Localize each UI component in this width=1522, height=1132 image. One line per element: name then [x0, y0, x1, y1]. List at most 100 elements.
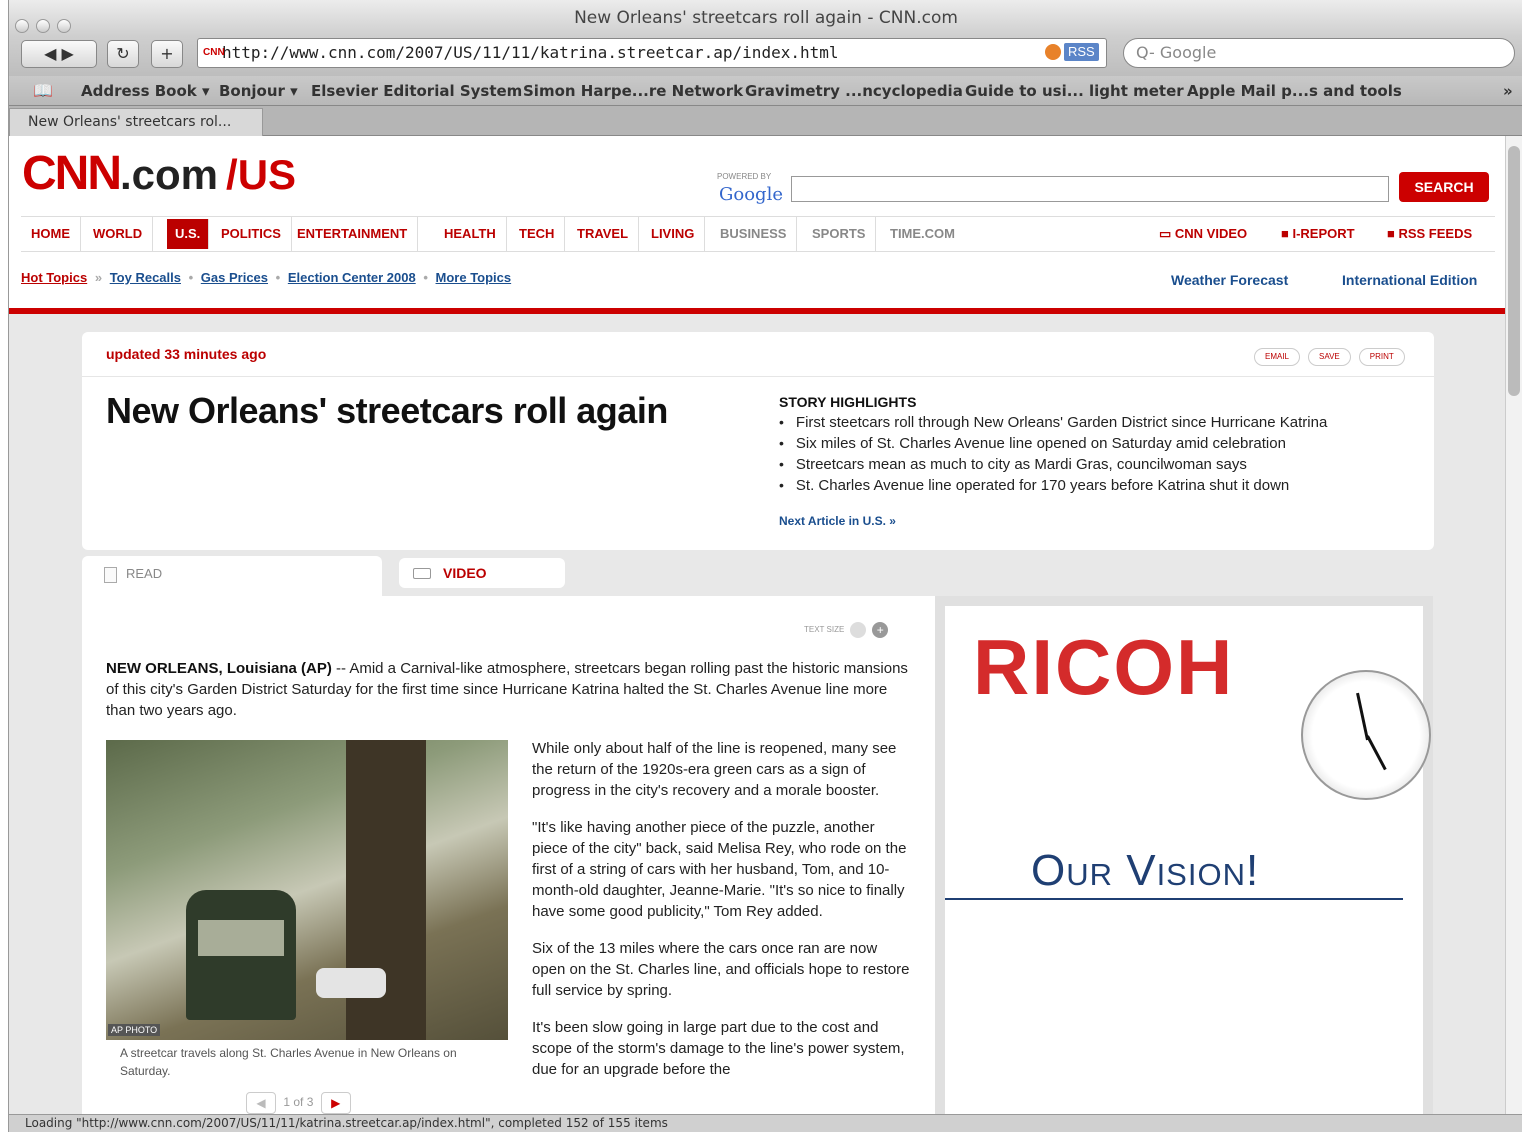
arrow-separator: »: [94, 270, 103, 285]
bookmark-item[interactable]: Elsevier Editorial System: [311, 76, 522, 106]
vertical-scrollbar[interactable]: [1505, 136, 1522, 1114]
hot-topics-bar: Hot Topics » Toy Recalls • Gas Prices • …: [21, 270, 511, 285]
tab-video[interactable]: VIDEO: [399, 558, 565, 588]
bookmark-item[interactable]: Bonjour ▾: [219, 76, 298, 106]
search-button[interactable]: SEARCH: [1399, 172, 1489, 202]
nav-health[interactable]: HEALTH: [434, 217, 507, 251]
cnn-logo[interactable]: CNN.com/US: [22, 146, 296, 201]
topic-link[interactable]: Gas Prices: [201, 270, 268, 285]
url-text: http://www.cnn.com/2007/US/11/11/katrina…: [222, 43, 839, 62]
email-button[interactable]: EMAIL: [1254, 348, 1301, 366]
nav-sports[interactable]: SPORTS: [802, 217, 877, 251]
photo-pager: ◀ 1 of 3 ▶: [246, 1092, 351, 1114]
pager-count: 1 of 3: [283, 1095, 314, 1110]
dot-separator: •: [188, 270, 194, 285]
web-page: CNN.com/US POWERED BY Google SEARCH HOME…: [9, 136, 1505, 1114]
window-title: New Orleans' streetcars roll again - CNN…: [574, 8, 958, 28]
international-link[interactable]: International Edition: [1342, 272, 1477, 288]
story-header-card: updated 33 minutes ago EMAIL SAVE PRINT Ne…: [82, 332, 1434, 550]
prev-photo-button[interactable]: ◀: [246, 1092, 276, 1114]
weather-link[interactable]: Weather Forecast: [1171, 272, 1288, 288]
updated-timestamp: updated 33 minutes ago: [106, 346, 267, 362]
back-forward-button[interactable]: ◀ ▶: [21, 40, 97, 68]
photo-caption: A streetcar travels along St. Charles Av…: [120, 1046, 457, 1078]
hot-topics-link[interactable]: Hot Topics: [21, 270, 87, 285]
bookmark-item[interactable]: Gravimetry ...ncyclopedia: [745, 76, 963, 106]
nav-tech[interactable]: TECH: [509, 217, 566, 251]
divider: [82, 376, 1434, 377]
highlights-title: STORY HIGHLIGHTS: [779, 394, 917, 410]
nav-world[interactable]: WORLD: [83, 217, 154, 251]
paragraph: While only about half of the line is reo…: [532, 740, 897, 799]
ricoh-advertisement[interactable]: RICOH Our Vision!: [935, 596, 1433, 1114]
site-favicon: CNN: [203, 47, 225, 58]
reload-button[interactable]: ↻: [107, 40, 139, 68]
photo-credit: AP PHOTO: [108, 1024, 161, 1036]
scrollbar-thumb[interactable]: [1508, 146, 1520, 396]
rss-icon: ■: [1387, 226, 1399, 241]
address-bar[interactable]: CNN http://www.cnn.com/2007/US/11/11/kat…: [197, 38, 1107, 68]
print-button[interactable]: PRINT: [1358, 348, 1405, 366]
cnn-video-link[interactable]: ▭ CNN VIDEO: [1159, 226, 1247, 242]
google-logo: Google: [719, 184, 783, 205]
nav-living[interactable]: LIVING: [641, 217, 706, 251]
topic-link[interactable]: Election Center 2008: [288, 270, 416, 285]
add-bookmark-button[interactable]: +: [151, 40, 183, 68]
tab-video-label: VIDEO: [443, 565, 487, 581]
ireport-link[interactable]: ■ I-REPORT: [1281, 226, 1355, 241]
snapback-icon[interactable]: [1045, 44, 1061, 60]
nav-business[interactable]: BUSINESS: [710, 217, 798, 251]
photo-streetcar: [186, 890, 296, 1020]
text-size-minus-button[interactable]: [850, 622, 867, 638]
next-photo-button[interactable]: ▶: [320, 1092, 351, 1114]
browser-toolbar: ◀ ▶ ↻ + CNN http://www.cnn.com/2007/US/1…: [9, 36, 1522, 76]
topic-link[interactable]: More Topics: [436, 270, 512, 285]
bookmark-item[interactable]: Guide to usi... light meter: [965, 76, 1184, 106]
nav-time[interactable]: TIME.COM: [880, 217, 965, 251]
minimize-button[interactable]: [36, 19, 50, 33]
logo-dotcom: .com: [120, 151, 219, 198]
next-article-link[interactable]: Next Article in U.S. »: [779, 514, 896, 528]
nav-entertainment[interactable]: ENTERTAINMENT: [287, 217, 419, 251]
browser-tab[interactable]: New Orleans' streetcars rol...: [9, 108, 263, 136]
article-photo[interactable]: AP PHOTO: [106, 740, 508, 1040]
rss-button[interactable]: RSS: [1064, 43, 1099, 61]
zoom-button[interactable]: [57, 19, 71, 33]
title-bar: New Orleans' streetcars roll again - CNN…: [9, 0, 1522, 36]
bookmark-item[interactable]: Address Book ▾: [81, 76, 210, 106]
story-headline: New Orleans' streetcars roll again: [106, 390, 668, 431]
status-bar: Loading "http://www.cnn.com/2007/US/11/1…: [9, 1114, 1522, 1132]
highlights-list: First steetcars roll through New Orleans…: [779, 412, 1327, 496]
nav-travel[interactable]: TRAVEL: [567, 217, 640, 251]
logo-section: /US: [226, 151, 297, 198]
book-icon[interactable]: 📖: [33, 76, 53, 106]
clock-hand: [1366, 735, 1387, 771]
bookmark-item[interactable]: Simon Harpe...re Network: [523, 76, 743, 106]
rss-feeds-link[interactable]: ■ RSS FEEDS: [1387, 226, 1472, 241]
save-button[interactable]: SAVE: [1308, 348, 1351, 366]
topic-link[interactable]: Toy Recalls: [110, 270, 181, 285]
nav-us[interactable]: U.S.: [167, 219, 210, 249]
tab-read-label: READ: [126, 566, 163, 581]
ireport-icon: ■: [1281, 226, 1293, 241]
nav-home[interactable]: HOME: [21, 217, 81, 251]
dot-separator: •: [423, 270, 428, 285]
article-text: While only about half of the line is reo…: [532, 738, 912, 1096]
nav-politics[interactable]: POLITICS: [211, 217, 292, 251]
text-size-label: TEXT SIZE: [804, 625, 845, 635]
bookmarks-overflow-icon[interactable]: »: [1503, 76, 1513, 106]
story-actions: EMAIL SAVE PRINT: [1254, 346, 1413, 366]
paragraph: Six of the 13 miles where the cars once …: [532, 940, 910, 999]
bookmark-item[interactable]: Apple Mail p...s and tools: [1187, 76, 1402, 106]
photo-car: [316, 968, 386, 998]
rss-feeds-label: RSS FEEDS: [1398, 226, 1473, 241]
tab-bar: New Orleans' streetcars rol...: [9, 106, 1522, 136]
site-search-input[interactable]: [791, 176, 1389, 202]
close-button[interactable]: [15, 19, 29, 33]
paragraph: It's been slow going in large part due t…: [532, 1019, 905, 1078]
video-icon: [413, 568, 431, 579]
google-search-field[interactable]: Q- Google: [1123, 38, 1515, 68]
text-size-plus-button[interactable]: +: [872, 622, 889, 638]
powered-by-label: POWERED BY: [717, 172, 772, 181]
tab-read[interactable]: READ: [82, 556, 382, 598]
